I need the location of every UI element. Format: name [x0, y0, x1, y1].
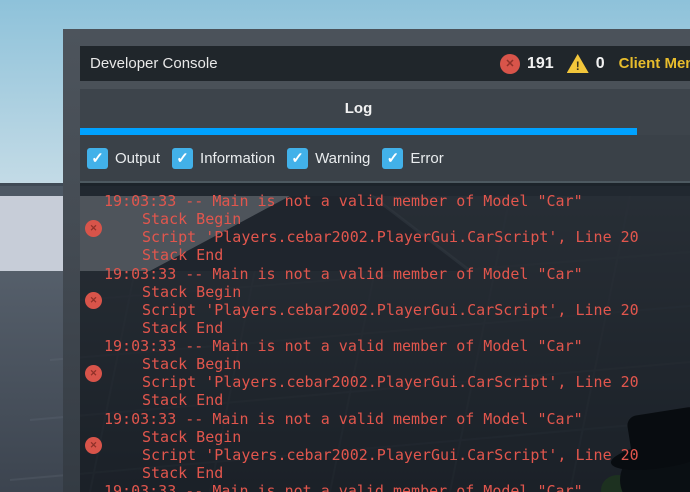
log-message-line: 19:03:33 -- Main is not a valid member o… [104, 482, 583, 492]
client-memory-button[interactable]: Client Memory [619, 55, 690, 72]
console-window-frame-gap [80, 81, 690, 89]
log-entry: ✕19:03:33 -- Main is not a valid member … [80, 482, 690, 492]
log-stack-line: Stack End [142, 391, 224, 409]
log-stack-line: Stack End [142, 318, 224, 337]
checkbox-checked-icon[interactable]: ✓ [87, 147, 108, 169]
error-circle-x-icon: ✕ [500, 53, 520, 74]
checkbox-checked-icon[interactable]: ✓ [287, 147, 309, 169]
active-tab-underline [80, 128, 637, 135]
log-message-line: 19:03:33 -- Main is not a valid member o… [104, 409, 583, 428]
checkbox-checked-icon[interactable]: ✓ [382, 147, 404, 169]
tab-log-label: Log [344, 100, 373, 117]
log-entry: ✕19:03:33 -- Main is not a valid member … [80, 265, 690, 338]
error-circle-x-icon: ✕ [85, 437, 102, 454]
log-entry: ✕19:03:33 -- Main is not a valid member … [80, 410, 690, 483]
log-message-line: 19:03:33 -- Main is not a valid member o… [104, 192, 583, 210]
checkbox-checked-icon[interactable]: ✓ [172, 147, 194, 169]
filter-label: Warning [315, 149, 371, 167]
console-window-frame-left [63, 29, 80, 492]
filter-output[interactable]: ✓ Output [87, 147, 161, 169]
console-tabbar: Log [80, 89, 690, 135]
console-title: Developer Console [90, 55, 218, 72]
filter-label: Output [115, 149, 161, 167]
titlebar-badges: ✕ 191 ! 0 Client Memory [500, 46, 690, 81]
filter-label: Error [410, 149, 444, 167]
log-stack-line: Stack End [142, 246, 224, 264]
filter-label: Information [200, 149, 276, 167]
log-stack-line: Script 'Players.cebar2002.PlayerGui.CarS… [142, 445, 639, 464]
log-message-line: 19:03:33 -- Main is not a valid member o… [104, 337, 583, 355]
error-count: 191 [527, 54, 554, 72]
error-circle-x-icon: ✕ [85, 292, 102, 309]
console-window-frame-top [63, 29, 690, 46]
log-entry: ✕19:03:33 -- Main is not a valid member … [80, 337, 690, 410]
log-stack-line: Stack Begin [142, 427, 242, 446]
filter-information[interactable]: ✓ Information [172, 147, 276, 169]
error-circle-x-icon: ✕ [85, 219, 102, 237]
log-filter-row: ✓ Output ✓ Information ✓ Warning ✓ Error [80, 135, 690, 181]
log-stack-line: Stack Begin [142, 282, 242, 301]
log-stack-line: Stack End [142, 463, 224, 482]
console-titlebar[interactable]: Developer Console ✕ 191 ! 0 Client Memor… [80, 46, 690, 81]
warning-count: 0 [595, 54, 605, 72]
log-stack-line: Script 'Players.cebar2002.PlayerGui.CarS… [142, 228, 639, 246]
log-stack-line: Stack Begin [142, 355, 242, 373]
log-stack-line: Stack Begin [142, 210, 242, 228]
log-output-area[interactable]: ✕ 19:03:33 -- Main is not a valid member … [80, 181, 690, 492]
log-stack-line: Script 'Players.cebar2002.PlayerGui.CarS… [142, 300, 639, 319]
log-stack-line: Script 'Players.cebar2002.PlayerGui.CarS… [142, 373, 639, 391]
error-circle-x-icon: ✕ [85, 364, 102, 382]
filter-error[interactable]: ✓ Error [382, 147, 444, 169]
log-message-line: 19:03:33 -- Main is not a valid member o… [104, 264, 583, 283]
filter-warning[interactable]: ✓ Warning [287, 147, 371, 169]
log-entry: ✕19:03:33 -- Main is not a valid member … [80, 192, 690, 265]
tab-log[interactable]: Log [80, 89, 637, 128]
warning-triangle-icon: ! [566, 54, 589, 73]
